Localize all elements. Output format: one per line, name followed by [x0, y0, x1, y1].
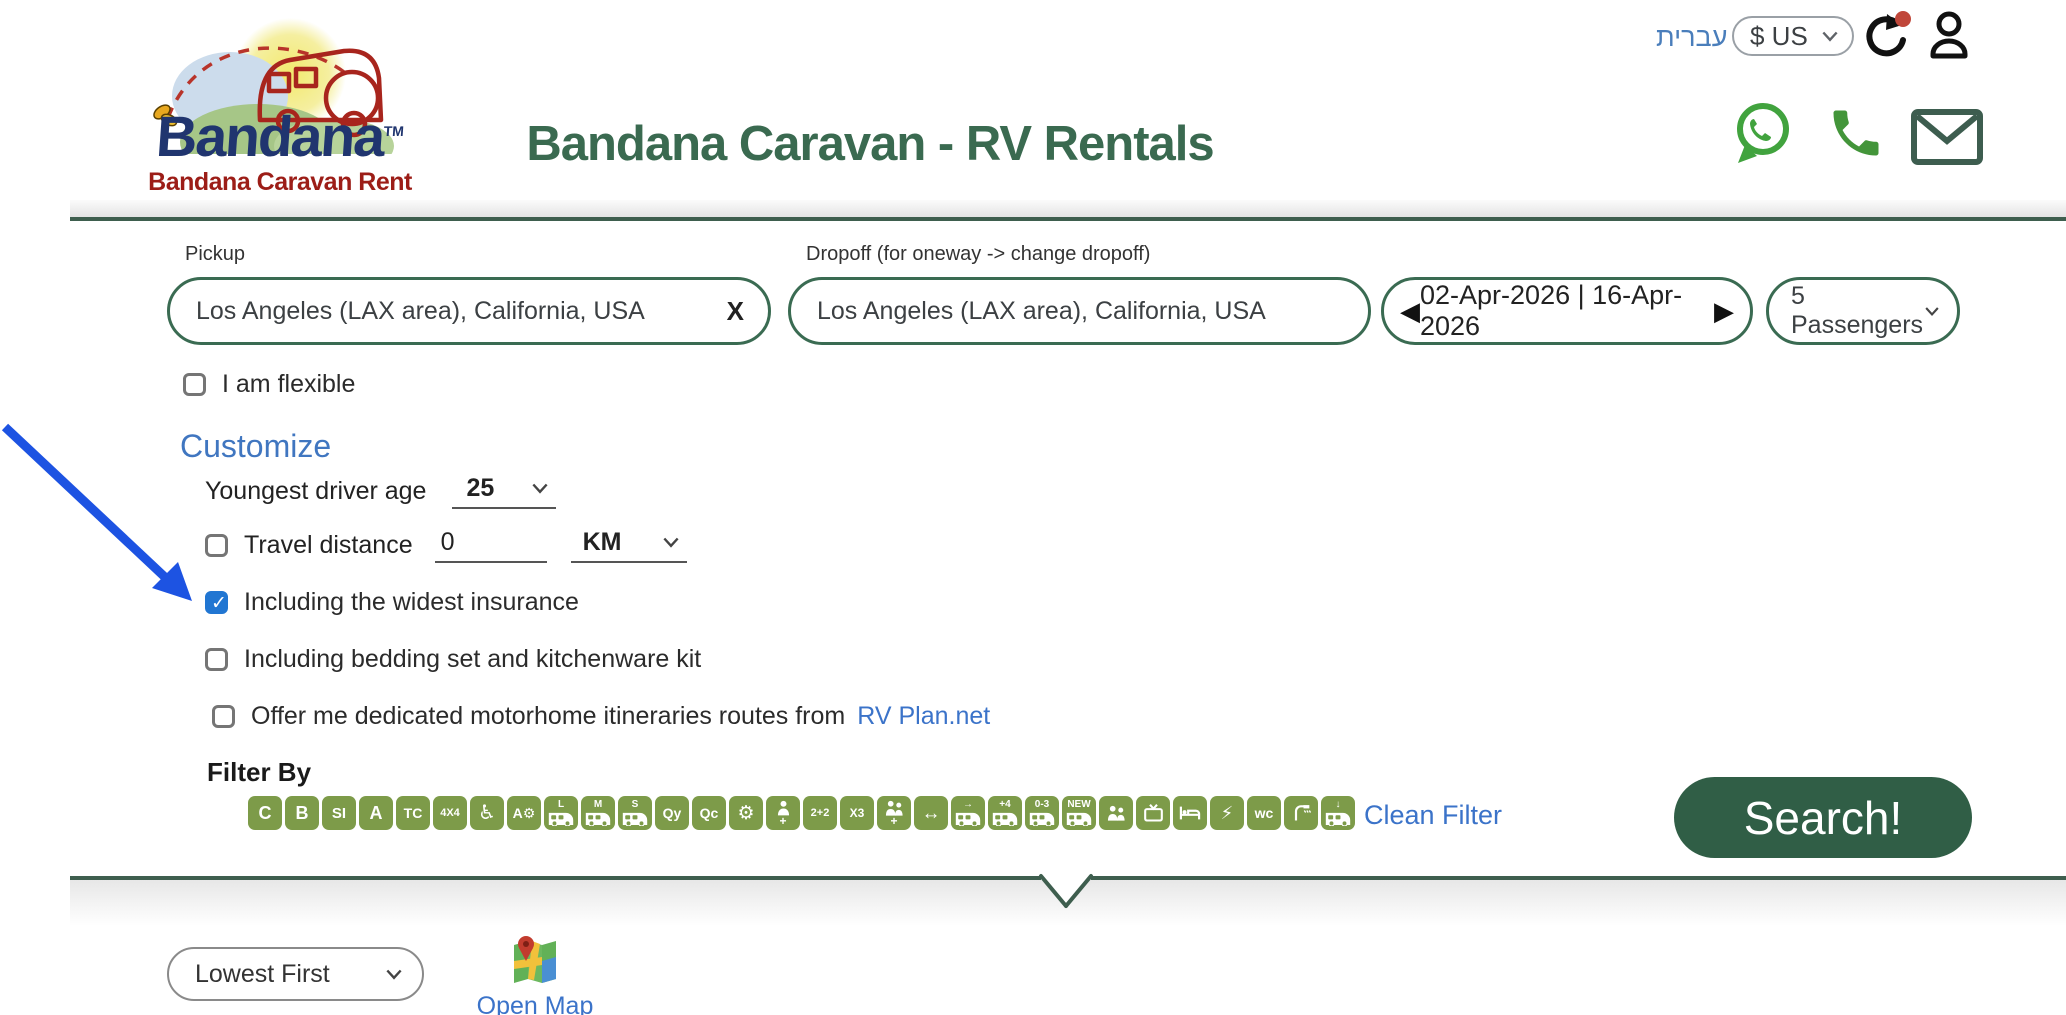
filter-icon-quality-c[interactable]: Qc [692, 796, 726, 830]
currency-value: $ US [1750, 21, 1808, 52]
filter-icon-toilet[interactable]: wc [1247, 796, 1281, 830]
flexible-label: I am flexible [222, 370, 355, 399]
page-title: Bandana Caravan - RV Rentals [420, 116, 1320, 172]
filter-icon-class-b[interactable]: B [285, 796, 319, 830]
passengers-select[interactable]: 5 Passengers [1766, 277, 1960, 345]
date-range-picker[interactable]: ◀ 02-Apr-2026 | 16-Apr-2026 ▶ [1381, 277, 1753, 345]
reset-icon[interactable] [1860, 10, 1912, 62]
chevron-down-icon [663, 537, 679, 548]
dropoff-value: Los Angeles (LAX area), California, USA [817, 297, 1266, 326]
sort-value: Lowest First [195, 960, 330, 989]
filter-by-label: Filter By [207, 757, 311, 788]
bedding-label: Including bedding set and kitchenware ki… [244, 645, 701, 674]
bedding-checkbox[interactable] [205, 648, 228, 671]
filter-icon-size-small[interactable]: S [618, 796, 652, 830]
pickup-label: Pickup [185, 243, 245, 266]
travel-distance-value: 0 [441, 528, 455, 557]
insurance-checkbox[interactable] [205, 591, 228, 614]
logo-brand-text: BandanaTM [138, 104, 423, 170]
travel-distance-unit: KM [583, 528, 622, 557]
filter-icon-shower[interactable] [1284, 796, 1318, 830]
notification-dot [1895, 11, 1911, 27]
brand-logo[interactable]: BandanaTM Bandana Caravan Rent [138, 4, 422, 198]
travel-distance-input[interactable]: 0 [435, 528, 547, 563]
open-map-button[interactable]: Open Map [470, 931, 600, 1015]
logo-subtitle: Bandana Caravan Rent [138, 168, 422, 197]
filter-icon-size-medium[interactable]: M [581, 796, 615, 830]
flexible-checkbox[interactable] [183, 373, 206, 396]
date-next-icon[interactable]: ▶ [1714, 298, 1734, 324]
filter-icon-automatic-transmission[interactable]: A⚙ [507, 796, 541, 830]
dropoff-label: Dropoff (for oneway -> change dropoff) [806, 243, 1150, 266]
filter-icon-quality-y[interactable]: Qy [655, 796, 689, 830]
sort-select[interactable]: Lowest First [167, 947, 424, 1001]
passengers-value: 5 Passengers [1791, 282, 1925, 340]
clean-filter-link[interactable]: Clean Filter [1364, 800, 1502, 831]
account-icon[interactable] [1922, 8, 1976, 62]
email-icon[interactable] [1910, 108, 1984, 166]
filter-icon-beds[interactable] [1173, 796, 1207, 830]
itineraries-checkbox[interactable] [212, 705, 235, 728]
filter-icons-row: CBSIATC4X4♿A⚙LMSQyQc⚙+2+2X3+↔→+40-3NEW⚡w… [248, 796, 1355, 830]
header-divider [70, 200, 2066, 221]
open-map-link[interactable]: Open Map [470, 992, 600, 1015]
page: BandanaTM Bandana Caravan Rent Bandana C… [0, 0, 2066, 1015]
filter-icon-new-vehicle[interactable]: NEW [1062, 796, 1096, 830]
travel-distance-checkbox[interactable] [205, 534, 228, 557]
filter-icon-generator[interactable]: ⚡ [1210, 796, 1244, 830]
filter-icon-sleeps-2-plus-2[interactable]: 2+2 [803, 796, 837, 830]
date-range-value: 02-Apr-2026 | 16-Apr-2026 [1420, 280, 1714, 342]
date-prev-icon[interactable]: ◀ [1400, 298, 1420, 324]
pickup-input[interactable]: Los Angeles (LAX area), California, USA … [167, 277, 771, 345]
filter-icon-extra-driver[interactable]: + [766, 796, 800, 830]
filter-icon-seats-plus-4[interactable]: +4 [988, 796, 1022, 830]
pickup-clear-button[interactable]: X [723, 292, 748, 331]
chevron-down-icon [532, 483, 548, 494]
youngest-driver-age-value: 25 [466, 474, 494, 503]
pickup-value: Los Angeles (LAX area), California, USA [196, 297, 645, 326]
customize-link[interactable]: Customize [180, 428, 331, 465]
filter-icon-semi-integrated[interactable]: SI [322, 796, 356, 830]
phone-icon[interactable] [1826, 103, 1886, 163]
youngest-driver-age-select[interactable]: 25 [452, 474, 556, 509]
filter-icon-class-a[interactable]: A [359, 796, 393, 830]
filter-icon-low-profile[interactable]: ↓ [1321, 796, 1355, 830]
filter-icon-one-way[interactable]: → [951, 796, 985, 830]
filter-icon-sleeps-x3[interactable]: X3 [840, 796, 874, 830]
filter-icon-gear[interactable]: ⚙ [729, 796, 763, 830]
chevron-down-icon [1822, 31, 1838, 42]
filter-icon-class-c[interactable]: C [248, 796, 282, 830]
travel-distance-unit-select[interactable]: KM [571, 528, 687, 563]
section-divider [0, 855, 2066, 930]
filter-icon-truck-camper[interactable]: TC [396, 796, 430, 830]
language-link[interactable]: עברית [1656, 22, 1727, 53]
insurance-label: Including the widest insurance [244, 588, 579, 617]
filter-icon-vehicle-width[interactable]: ↔ [914, 796, 948, 830]
rv-plan-link[interactable]: RV Plan.net [857, 702, 990, 731]
filter-icon-4x4[interactable]: 4X4 [433, 796, 467, 830]
map-icon [508, 931, 562, 985]
chevron-down-icon [1925, 306, 1939, 317]
itineraries-label: Offer me dedicated motorhome itineraries… [251, 702, 845, 731]
chevron-down-icon [386, 969, 402, 980]
filter-icon-age-0-3[interactable]: 0-3 [1025, 796, 1059, 830]
search-button[interactable]: Search! [1674, 777, 1972, 858]
dropoff-input[interactable]: Los Angeles (LAX area), California, USA [788, 277, 1371, 345]
filter-icon-passengers[interactable] [1099, 796, 1133, 830]
filter-icon-family-friendly[interactable]: + [877, 796, 911, 830]
filter-icon-tv[interactable] [1136, 796, 1170, 830]
travel-distance-label: Travel distance [244, 531, 413, 560]
filter-icon-size-large[interactable]: L [544, 796, 578, 830]
youngest-driver-age-label: Youngest driver age [205, 477, 426, 506]
whatsapp-icon[interactable] [1731, 101, 1793, 165]
currency-select[interactable]: $ US [1732, 16, 1854, 56]
filter-icon-wheelchair-accessible[interactable]: ♿ [470, 796, 504, 830]
